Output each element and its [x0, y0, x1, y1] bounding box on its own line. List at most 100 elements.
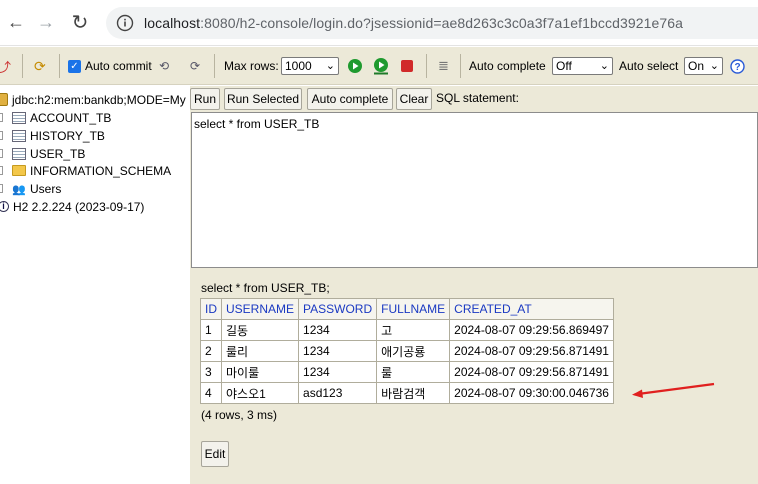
tree-item-history-tb[interactable]: HISTORY_TB [12, 127, 105, 144]
toolbar-separator [214, 54, 215, 78]
cell-created-at: 2024-08-07 09:29:56.871491 [449, 340, 614, 362]
toolbar-separator [22, 54, 23, 78]
cell-created-at: 2024-08-07 09:29:56.869497 [449, 319, 614, 341]
result-info: (4 rows, 3 ms) [201, 408, 278, 422]
auto-complete-label: Auto complete [469, 59, 546, 73]
auto-select-group: Auto select [619, 57, 678, 75]
run-icon[interactable] [347, 57, 363, 75]
chevron-down-icon: ⌄ [599, 60, 609, 72]
back-icon[interactable]: ← [2, 8, 30, 36]
rollback-icon[interactable]: ⟲ [159, 57, 169, 75]
table-header-row: ID USERNAME PASSWORD FULLNAME CREATED_AT [200, 298, 614, 320]
sql-statement-label: SQL statement: [436, 91, 519, 105]
cell-id: 2 [200, 340, 222, 362]
database-icon [0, 93, 8, 106]
tree-item-label: INFORMATION_SCHEMA [30, 163, 172, 178]
auto-select-label: Auto select [619, 59, 679, 73]
max-rows-value: 1000 [285, 59, 312, 73]
info-icon: i [0, 201, 9, 212]
auto-complete-dropdown[interactable]: Off ⌄ [552, 57, 613, 75]
expander-icon[interactable] [0, 113, 3, 122]
column-header-password[interactable]: PASSWORD [298, 298, 378, 320]
tree-item-label: HISTORY_TB [30, 128, 105, 143]
auto-complete-button[interactable]: Auto complete [307, 88, 393, 110]
tree-connection[interactable]: jdbc:h2:mem:bankdb;MODE=My [0, 91, 186, 108]
browser-bar: ← → ↻ localhost:8080/h2-console/login.do… [0, 0, 758, 46]
cell-id: 4 [200, 382, 222, 404]
tree-item-label: Users [30, 181, 62, 196]
auto-commit-label: Auto commit [85, 59, 152, 73]
auto-commit-toggle[interactable]: ✓ Auto commit [68, 57, 152, 75]
clear-button[interactable]: Clear [396, 88, 432, 110]
auto-complete-select[interactable]: Off ⌄ [552, 57, 613, 75]
cell-password: 1234 [298, 340, 378, 362]
table-icon [12, 111, 26, 124]
tree-item-users[interactable]: 👥 Users [12, 180, 61, 197]
refresh-icon[interactable]: ⟳ [34, 57, 46, 75]
sql-editor[interactable]: select * from USER_TB [191, 112, 758, 268]
auto-select-value: On [688, 59, 705, 73]
forward-icon[interactable]: → [32, 8, 60, 36]
toolbar-separator [460, 54, 461, 78]
stop-icon[interactable] [400, 57, 414, 75]
svg-text:?: ? [734, 62, 740, 73]
auto-select-dropdown[interactable]: On ⌄ [684, 57, 723, 75]
auto-complete-group: Auto complete [469, 57, 546, 75]
column-header-username[interactable]: USERNAME [220, 298, 300, 320]
cell-fullname: 바람검객 [376, 382, 451, 404]
reload-icon[interactable]: ↻ [66, 8, 94, 36]
cell-id: 3 [200, 361, 222, 383]
table-icon [12, 147, 26, 160]
expander-icon[interactable] [0, 184, 3, 193]
tree-item-account-tb[interactable]: ACCOUNT_TB [12, 109, 111, 126]
result-panel: select * from USER_TB; ID USERNAME PASSW… [190, 268, 758, 484]
cell-fullname: 고 [376, 319, 451, 341]
result-table: ID USERNAME PASSWORD FULLNAME CREATED_AT… [200, 298, 614, 404]
auto-complete-value: Off [556, 59, 572, 73]
max-rows-dropdown[interactable]: 1000 ⌄ [281, 57, 339, 75]
column-header-id[interactable]: ID [200, 298, 222, 320]
max-rows-select[interactable]: 1000 ⌄ [281, 57, 339, 75]
run-button[interactable]: Run [190, 88, 220, 110]
folder-icon [12, 165, 26, 176]
column-header-fullname[interactable]: FULLNAME [376, 298, 451, 320]
table-row: 4 야스오1 asd123 바람검객 2024-08-07 09:30:00.0… [200, 382, 614, 404]
cell-username: 마이룰 [220, 361, 300, 383]
chevron-down-icon: ⌄ [325, 60, 335, 72]
tree-version: i H2 2.2.224 (2023-09-17) [0, 198, 144, 215]
cell-username: 야스오1 [220, 382, 300, 404]
url-text: localhost:8080/h2-console/login.do?jsess… [144, 15, 684, 31]
table-row: 2 룰리 1234 애기공룡 2024-08-07 09:29:56.87149… [200, 340, 614, 362]
max-rows-group: Max rows: [224, 57, 279, 75]
version-label: H2 2.2.224 (2023-09-17) [13, 199, 145, 214]
result-sql-text: select * from USER_TB; [201, 281, 330, 295]
cell-fullname: 룰 [376, 361, 451, 383]
cell-password: asd123 [298, 382, 378, 404]
edit-button[interactable]: Edit [201, 441, 229, 467]
disconnect-icon[interactable]: ⤴ [0, 57, 11, 75]
cell-id: 1 [200, 319, 222, 341]
auto-select-select[interactable]: On ⌄ [684, 57, 723, 75]
column-header-created-at[interactable]: CREATED_AT [449, 298, 614, 320]
checkbox-icon[interactable]: ✓ [68, 59, 81, 73]
history-icon[interactable]: ≣ [438, 57, 449, 75]
run-selected-button[interactable]: Run Selected [224, 88, 302, 110]
tree-item-information-schema[interactable]: INFORMATION_SCHEMA [12, 162, 171, 179]
run-step-icon[interactable] [372, 57, 390, 75]
connection-label: jdbc:h2:mem:bankdb;MODE=My [12, 92, 186, 107]
expander-icon[interactable] [0, 131, 3, 140]
sql-text: select * from USER_TB [194, 117, 320, 131]
address-bar[interactable]: localhost:8080/h2-console/login.do?jsess… [106, 7, 758, 39]
commit-icon[interactable]: ⟳ [190, 57, 200, 75]
tree-item-label: USER_TB [30, 146, 86, 161]
expander-icon[interactable] [0, 149, 3, 158]
info-icon[interactable] [116, 14, 134, 32]
max-rows-label: Max rows: [224, 59, 279, 73]
toolbar-separator [426, 54, 427, 78]
cell-password: 1234 [298, 361, 378, 383]
tree-item-label: ACCOUNT_TB [30, 110, 112, 125]
tree-item-user-tb[interactable]: USER_TB [12, 145, 85, 162]
help-icon[interactable]: ? [730, 57, 745, 75]
expander-icon[interactable] [0, 166, 3, 175]
cell-created-at: 2024-08-07 09:29:56.871491 [449, 361, 614, 383]
